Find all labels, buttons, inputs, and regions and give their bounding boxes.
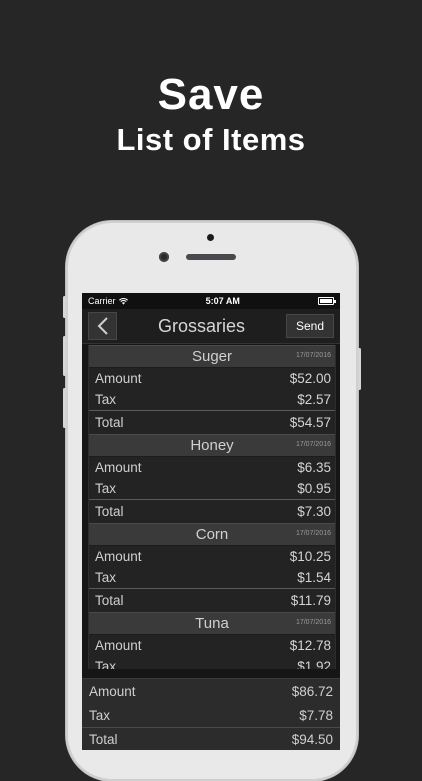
item-header: Suger 17/07/2016 [89, 345, 335, 368]
app-screen: Carrier 5:07 AM Grossaries Send Suger 17… [82, 293, 340, 750]
front-camera [207, 234, 214, 241]
amount-label: Amount [95, 371, 142, 386]
list-item[interactable]: Suger 17/07/2016 Amount $52.00 Tax $2.57… [89, 345, 335, 434]
phone-mute-switch [63, 296, 66, 318]
total-value: $11.79 [290, 593, 331, 608]
item-date: 17/07/2016 [295, 619, 331, 626]
total-label: Total [95, 415, 124, 430]
amount-label: Amount [95, 460, 142, 475]
earpiece-speaker [186, 254, 236, 260]
list-item[interactable]: Tuna 17/07/2016 Amount $12.78 Tax $1.92 [89, 612, 335, 669]
summary-tax-label: Tax [89, 707, 111, 723]
headline-subtitle: List of Items [116, 122, 306, 157]
summary-tax-value: $7.78 [299, 707, 333, 723]
total-value: $54.57 [289, 415, 331, 430]
tax-label: Tax [95, 481, 117, 496]
nav-bar: Grossaries Send [82, 309, 340, 344]
amount-row: Amount $52.00 [89, 368, 335, 389]
tax-row: Tax $1.54 [89, 567, 335, 588]
tax-value: $1.92 [297, 659, 331, 669]
phone-power-button [358, 348, 361, 390]
tax-value: $0.95 [297, 481, 331, 496]
tax-value: $1.54 [297, 570, 331, 585]
wifi-icon [118, 297, 128, 305]
phone-volume-down-button [63, 388, 66, 428]
carrier-label: Carrier [88, 296, 116, 306]
items-list[interactable]: Suger 17/07/2016 Amount $52.00 Tax $2.57… [88, 345, 336, 669]
headline-title: Save [157, 70, 265, 119]
summary-panel: Amount $86.72 Tax $7.78 Total $94.50 [82, 678, 340, 750]
amount-value: $52.00 [289, 371, 331, 386]
send-button[interactable]: Send [286, 314, 334, 338]
total-row: Total $11.79 [89, 588, 335, 612]
phone-volume-up-button [63, 336, 66, 376]
battery-icon [317, 297, 336, 305]
summary-amount-row: Amount $86.72 [82, 679, 340, 703]
tax-row: Tax $0.95 [89, 478, 335, 499]
summary-tax-row: Tax $7.78 [82, 703, 340, 727]
item-date: 17/07/2016 [295, 352, 331, 359]
summary-amount-value: $86.72 [291, 683, 333, 699]
item-date: 17/07/2016 [295, 530, 331, 537]
tax-label: Tax [95, 392, 117, 407]
item-header: Corn 17/07/2016 [89, 523, 335, 546]
amount-value: $10.25 [289, 549, 331, 564]
amount-label: Amount [95, 638, 142, 653]
proximity-sensor [159, 252, 169, 262]
list-item[interactable]: Corn 17/07/2016 Amount $10.25 Tax $1.54 … [89, 523, 335, 612]
item-header: Honey 17/07/2016 [89, 434, 335, 457]
amount-row: Amount $12.78 [89, 635, 335, 656]
back-button[interactable] [88, 312, 117, 340]
chevron-left-icon [97, 317, 108, 335]
page-title: Grossaries [157, 315, 246, 336]
summary-total-label: Total [89, 731, 118, 747]
list-item[interactable]: Honey 17/07/2016 Amount $6.35 Tax $0.95 … [89, 434, 335, 523]
total-row: Total $7.30 [89, 499, 335, 523]
tax-value: $2.57 [297, 392, 331, 407]
amount-label: Amount [95, 549, 142, 564]
total-row: Total $54.57 [89, 410, 335, 434]
amount-row: Amount $10.25 [89, 546, 335, 567]
summary-total-value: $94.50 [291, 731, 333, 747]
summary-amount-label: Amount [89, 683, 136, 699]
status-time: 5:07 AM [205, 296, 240, 306]
item-header: Tuna 17/07/2016 [89, 612, 335, 635]
item-date: 17/07/2016 [295, 441, 331, 448]
tax-label: Tax [95, 659, 117, 669]
summary-total-row: Total $94.50 [82, 727, 340, 750]
tax-row: Tax $1.92 [89, 656, 335, 669]
total-label: Total [95, 593, 124, 608]
tax-label: Tax [95, 570, 117, 585]
amount-value: $12.78 [289, 638, 331, 653]
amount-row: Amount $6.35 [89, 457, 335, 478]
amount-value: $6.35 [297, 460, 331, 475]
status-bar: Carrier 5:07 AM [82, 293, 340, 309]
total-value: $7.30 [297, 504, 331, 519]
tax-row: Tax $2.57 [89, 389, 335, 410]
total-label: Total [95, 504, 124, 519]
